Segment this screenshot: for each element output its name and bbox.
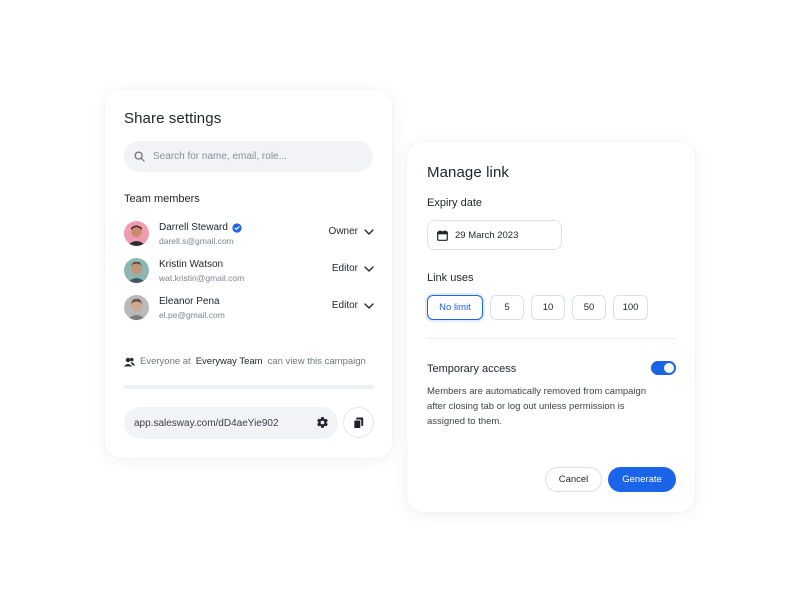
gear-icon[interactable] [316,416,329,429]
temporary-access-label: Temporary access [427,363,517,375]
divider [124,385,374,389]
role-label: Owner [328,226,358,237]
avatar [124,258,149,283]
share-link-url: app.salesway.com/dD4aeYie902 [134,417,279,429]
toggle-knob [664,363,674,373]
copy-icon [353,417,364,429]
everyone-prefix: Everyone at [140,356,191,367]
everyone-access-note: Everyone at Everyway Team can view this … [124,356,366,367]
calendar-icon [437,229,448,241]
uses-option-no-limit[interactable]: No limit [427,295,483,320]
manage-link-title: Manage link [427,164,509,181]
divider [427,338,676,339]
member-email: el.pe@gmail.com [159,310,225,320]
uses-option-50[interactable]: 50 [572,295,606,320]
link-uses-label: Link uses [427,272,474,284]
search-input[interactable] [153,151,353,162]
temporary-access-toggle[interactable] [651,361,676,375]
copy-link-button[interactable] [343,407,374,438]
chevron-down-icon [364,265,374,272]
role-dropdown[interactable]: Editor [332,263,374,274]
member-email: darell.s@gmail.com [159,236,234,246]
uses-option-10[interactable]: 10 [531,295,565,320]
member-name: Darrell Steward [159,222,242,233]
expiry-date-picker[interactable]: 29 March 2023 [427,220,562,250]
people-icon [124,357,135,366]
avatar [124,295,149,320]
uses-option-100[interactable]: 100 [613,295,648,320]
link-uses-options: No limit 5 10 50 100 [427,295,648,320]
cancel-button[interactable]: Cancel [545,467,602,492]
team-members-label: Team members [124,193,200,205]
temporary-access-description: Members are automatically removed from c… [427,386,647,427]
role-dropdown[interactable]: Editor [332,300,374,311]
member-row: Kristin Watson wat.kristin@gmail.com Edi… [124,257,374,285]
share-settings-panel: Share settings Team members Darrell Stew… [105,90,392,458]
chevron-down-icon [364,228,374,235]
share-settings-title: Share settings [124,110,222,127]
role-dropdown[interactable]: Owner [329,226,374,237]
member-row: Darrell Steward darell.s@gmail.com Owner [124,220,374,248]
team-name: Everyway Team [195,356,263,367]
manage-link-panel: Manage link Expiry date 29 March 2023 Li… [407,142,695,512]
avatar [124,221,149,246]
search-icon [134,151,145,162]
role-label: Editor [331,300,358,311]
member-row: Eleanor Pena el.pe@gmail.com Editor [124,294,374,322]
uses-option-5[interactable]: 5 [490,295,524,320]
verified-icon [232,222,242,233]
expiry-date-value: 29 March 2023 [455,229,519,241]
chevron-down-icon [364,302,374,309]
expiry-date-label: Expiry date [427,197,483,209]
generate-button[interactable]: Generate [608,467,676,492]
search-field[interactable] [124,141,373,172]
share-link-field[interactable]: app.salesway.com/dD4aeYie902 [124,407,338,439]
member-name: Kristin Watson [159,259,224,270]
member-name: Eleanor Pena [159,296,220,307]
role-label: Editor [331,263,358,274]
everyone-suffix: can view this campaign [267,356,366,367]
member-email: wat.kristin@gmail.com [159,273,245,283]
